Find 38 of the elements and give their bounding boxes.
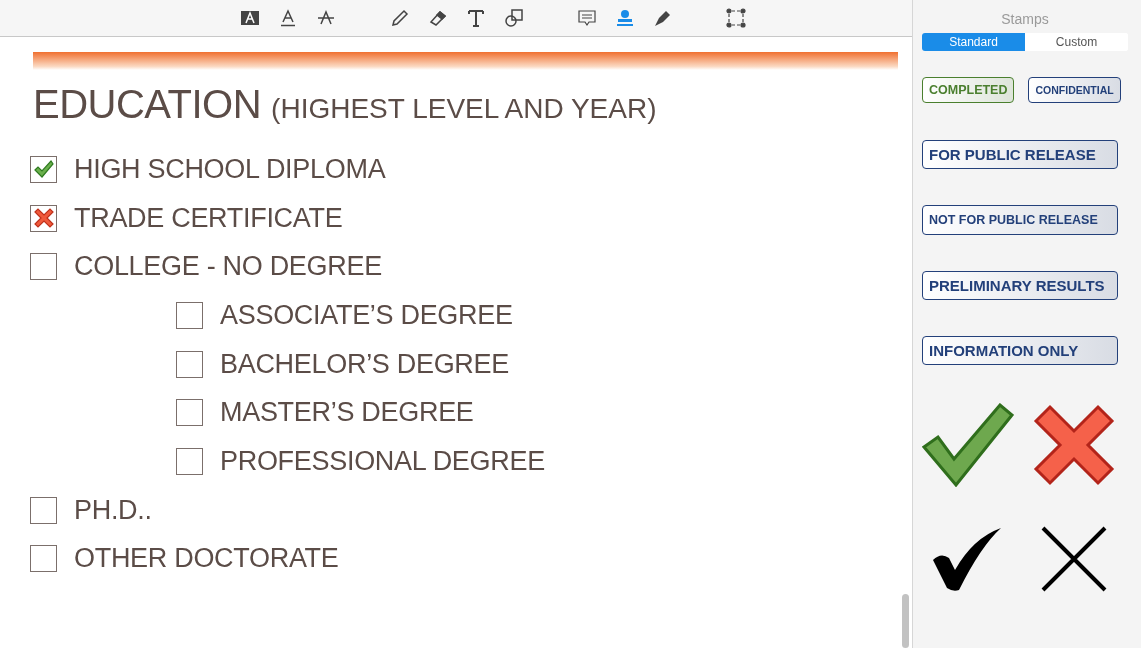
checkbox-label: TRADE CERTIFICATE xyxy=(74,202,343,234)
cross-mark-icon xyxy=(1032,403,1116,487)
pencil-icon[interactable] xyxy=(389,7,411,29)
text-stamp[interactable]: PRELIMINARY RESULTS xyxy=(922,271,1118,300)
checkbox[interactable] xyxy=(176,399,203,427)
checkbox-label: HIGH SCHOOL DIPLOMA xyxy=(74,153,386,185)
segment-tab[interactable]: Standard xyxy=(922,33,1025,51)
checkbox[interactable] xyxy=(176,301,203,329)
check-mark-icon xyxy=(922,403,1014,487)
checkbox-label: PROFESSIONAL DEGREE xyxy=(220,445,545,477)
checkbox[interactable] xyxy=(176,447,203,475)
text-stamp[interactable]: INFORMATION ONLY xyxy=(922,336,1118,365)
x-mark-icon xyxy=(1040,526,1108,592)
selection-icon[interactable] xyxy=(725,7,747,29)
shapes-icon[interactable] xyxy=(503,7,525,29)
checkbox-label: ASSOCIATE’S DEGREE xyxy=(220,299,513,331)
text-stamp[interactable]: FOR PUBLIC RELEASE xyxy=(922,140,1118,169)
text-stamp[interactable]: NOT FOR PUBLIC RELEASE xyxy=(922,205,1118,235)
checkbox-label: MASTER’S DEGREE xyxy=(220,397,474,429)
section-subtitle: (HIGHEST LEVEL AND YEAR) xyxy=(271,93,657,125)
cross-mark-icon xyxy=(32,207,55,230)
checkbox-label: PH.D.. xyxy=(74,494,152,526)
panel-title: Stamps xyxy=(1000,11,1050,27)
section-title: EDUCATION xyxy=(33,82,262,127)
scrollbar-thumb[interactable] xyxy=(902,594,909,648)
text-stamp[interactable]: COMPLETED xyxy=(922,77,1015,103)
checkbox-label: COLLEGE - NO DEGREE xyxy=(74,251,382,283)
checkbox[interactable] xyxy=(30,496,57,524)
checkbox[interactable] xyxy=(176,350,203,378)
stamp-icon[interactable] xyxy=(614,7,636,29)
text-icon[interactable] xyxy=(465,7,487,29)
checkbox[interactable] xyxy=(30,545,57,573)
checkbox[interactable] xyxy=(30,155,57,183)
checkbox-label: OTHER DOCTORATE xyxy=(74,543,339,575)
checkbox[interactable] xyxy=(30,204,57,232)
checkbox-label: BACHELOR’S DEGREE xyxy=(220,348,509,380)
checkbox[interactable] xyxy=(30,253,57,281)
text-stamp[interactable]: CONFIDENTIAL xyxy=(1028,77,1121,103)
